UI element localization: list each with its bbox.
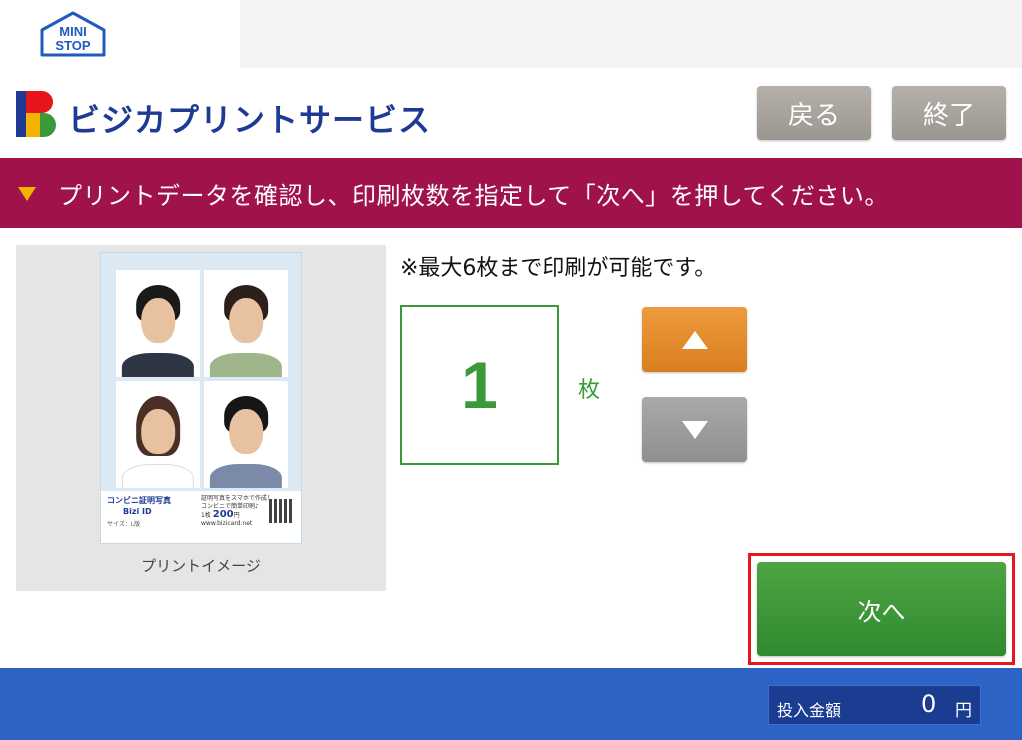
sheet-footer: コンビニ証明写真 Bizi ID サイズ：L版 証明写真をスマホで作成！ コンビ…: [101, 491, 301, 543]
inserted-amount-display: 投入金額 0 円: [768, 685, 981, 725]
print-confirm-screen: MINI STOP ビジカプリントサービス 戻る 終了 プリントデータを確認し、…: [0, 0, 1022, 740]
back-button[interactable]: 戻る: [757, 86, 871, 140]
instruction-text: プリントデータを確認し、印刷枚数を指定して「次へ」を押してください。: [58, 181, 889, 210]
service-title: ビジカプリントサービス: [68, 101, 432, 139]
id-photo: [116, 381, 200, 488]
store-bar: MINI STOP: [0, 0, 1022, 68]
preview-caption: プリントイメージ: [141, 557, 261, 575]
arrow-down-icon: [681, 420, 708, 439]
end-button[interactable]: 終了: [892, 86, 1006, 140]
instruction-banner: プリントデータを確認し、印刷枚数を指定して「次へ」を押してください。: [0, 158, 1022, 228]
sheet-url: www.bizicard.net: [201, 520, 253, 527]
inserted-amount-value: 0: [921, 690, 937, 718]
inserted-amount-label: 投入金額: [777, 701, 842, 720]
sheet-info-line: 証明写真をスマホで作成！: [201, 495, 273, 502]
sheet-price-prefix: 1枚: [201, 512, 211, 519]
service-header: ビジカプリントサービス 戻る 終了: [0, 68, 1022, 158]
decrease-quantity-button[interactable]: [642, 397, 747, 462]
sheet-price: 200: [212, 509, 234, 520]
triangle-down-icon: [18, 187, 36, 201]
id-photo: [116, 270, 200, 377]
bizica-logo-icon: [16, 91, 56, 137]
id-photo: [204, 270, 288, 377]
max-copies-note: ※最大6枚まで印刷が可能です。: [400, 256, 717, 281]
quantity-value: 1: [461, 348, 498, 422]
increase-quantity-button[interactable]: [642, 307, 747, 372]
id-photo: [204, 381, 288, 488]
inserted-amount-unit: 円: [955, 701, 972, 721]
sheet-price-line: 1枚 200円: [201, 509, 273, 520]
arrow-up-icon: [681, 330, 708, 349]
id-photo-grid: [116, 270, 288, 488]
print-preview-image: コンビニ証明写真 Bizi ID サイズ：L版 証明写真をスマホで作成！ コンビ…: [100, 252, 302, 544]
next-button[interactable]: 次へ: [757, 562, 1006, 656]
payment-footer: 投入金額 0 円: [0, 668, 1022, 740]
quantity-display: 1: [400, 305, 559, 465]
ministop-logo: MINI STOP: [40, 11, 106, 57]
quantity-unit: 枚: [578, 378, 601, 403]
qr-code-icon: [269, 499, 293, 523]
logo-text-stop: STOP: [55, 38, 90, 53]
logo-text-mini: MINI: [59, 24, 86, 39]
sheet-info: 証明写真をスマホで作成！ コンビニで簡単印刷♪ 1枚 200円 www.bizi…: [201, 495, 273, 528]
print-preview-panel: コンビニ証明写真 Bizi ID サイズ：L版 証明写真をスマホで作成！ コンビ…: [16, 245, 386, 591]
sheet-price-unit: 円: [233, 512, 240, 519]
